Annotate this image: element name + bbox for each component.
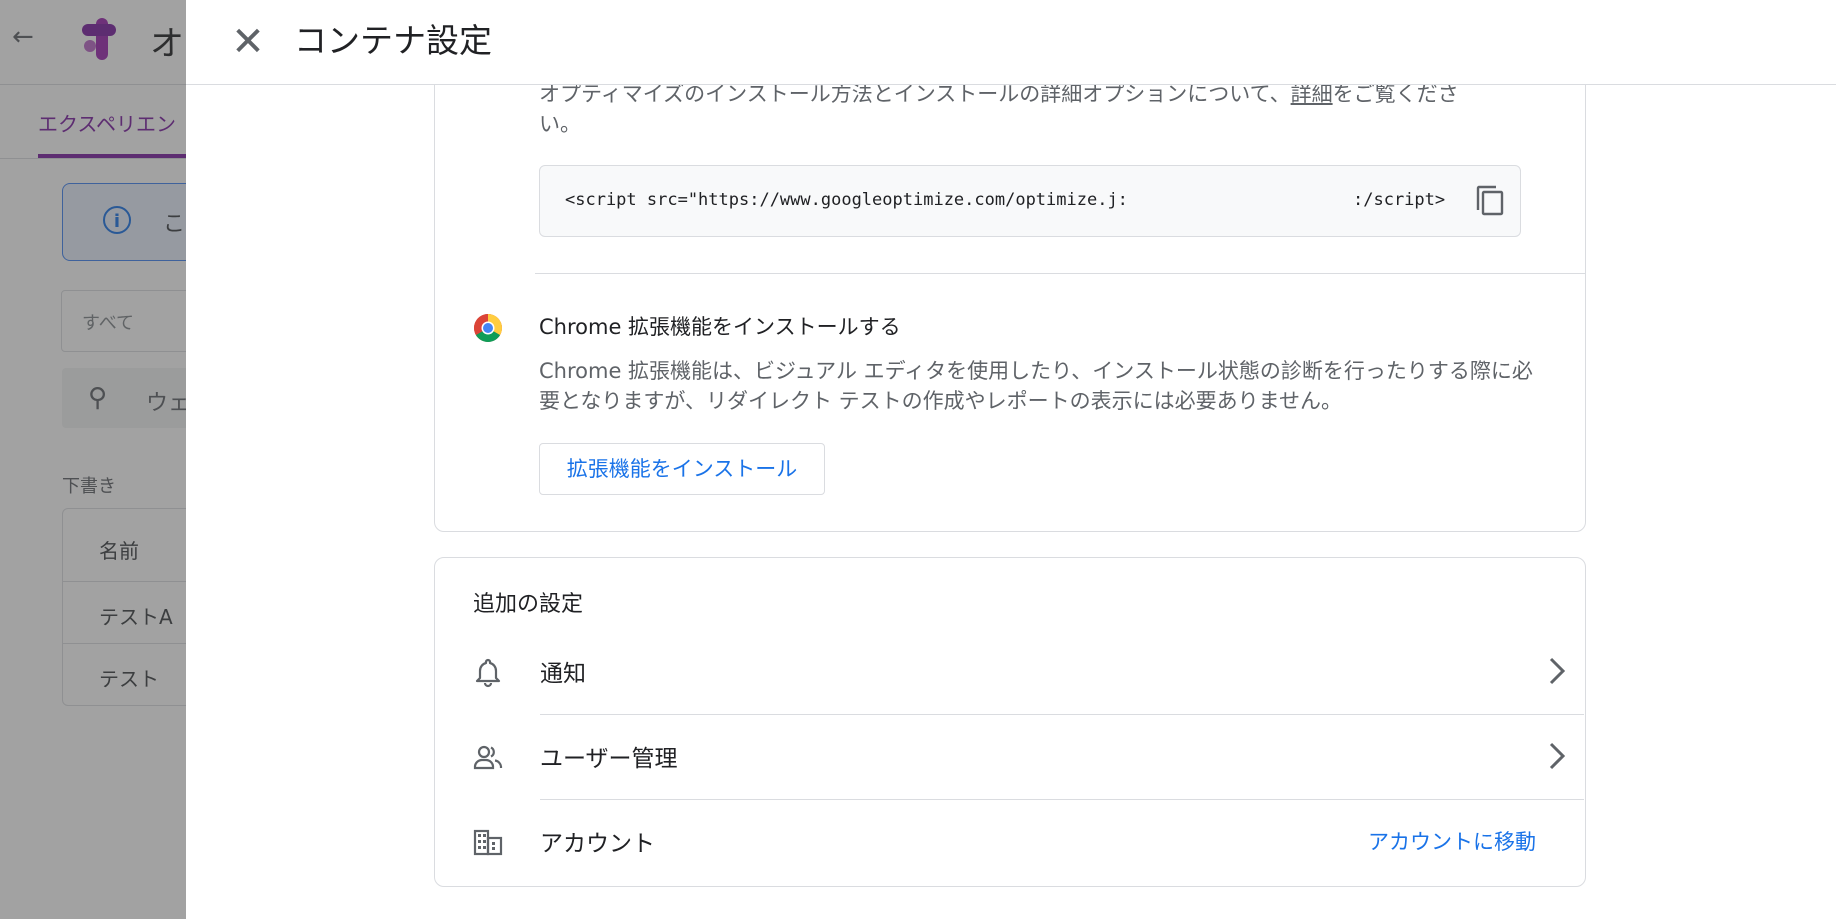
chrome-logo-icon bbox=[474, 314, 502, 342]
settings-row-account: アカウント アカウントに移動 bbox=[434, 800, 1584, 884]
users-icon bbox=[473, 745, 503, 770]
card-divider bbox=[535, 273, 1585, 274]
copy-icon[interactable] bbox=[1474, 184, 1506, 218]
chrome-extension-description: Chrome 拡張機能は、ビジュアル エディタを使用したり、インストール状態の診… bbox=[539, 359, 1533, 413]
chevron-right-icon bbox=[1549, 657, 1566, 685]
settings-row-user-management[interactable]: ユーザー管理 bbox=[434, 715, 1584, 799]
close-icon[interactable]: ✕ bbox=[224, 18, 272, 66]
bell-icon bbox=[475, 658, 501, 688]
install-description: オプティマイズのインストール方法とインストールの詳細オプションについて、詳細をご… bbox=[539, 79, 1499, 139]
code-snippet-box[interactable]: <script src="https://www.googleoptimize.… bbox=[539, 165, 1521, 237]
account-label: アカウント bbox=[540, 831, 655, 857]
install-extension-button[interactable]: 拡張機能をインストール bbox=[539, 443, 825, 495]
code-snippet-start: <script src="https://www.googleoptimize.… bbox=[565, 190, 1128, 210]
dialog-title: コンテナ設定 bbox=[294, 21, 492, 60]
details-link[interactable]: 詳細 bbox=[1291, 82, 1333, 106]
install-card: オプティマイズのインストール方法とインストールの詳細オプションについて、詳細をご… bbox=[434, 60, 1586, 532]
modal-scrim[interactable] bbox=[0, 0, 186, 919]
building-icon bbox=[473, 829, 503, 856]
settings-row-notifications[interactable]: 通知 bbox=[434, 630, 1584, 714]
go-to-account-link[interactable]: アカウントに移動 bbox=[1368, 826, 1536, 856]
dialog-header: ✕ コンテナ設定 bbox=[186, 0, 1836, 85]
chrome-extension-title: Chrome 拡張機能をインストールする bbox=[539, 315, 901, 339]
notifications-label: 通知 bbox=[540, 661, 586, 687]
additional-settings-title: 追加の設定 bbox=[473, 592, 584, 617]
install-description-before: オプティマイズのインストール方法とインストールの詳細オプションについて、 bbox=[539, 82, 1291, 106]
container-settings-dialog: オプティマイズのインストール方法とインストールの詳細オプションについて、詳細をご… bbox=[186, 0, 1836, 919]
chevron-right-icon bbox=[1549, 742, 1566, 770]
code-snippet-end: :/script> bbox=[1353, 190, 1446, 210]
user-management-label: ユーザー管理 bbox=[540, 746, 678, 772]
